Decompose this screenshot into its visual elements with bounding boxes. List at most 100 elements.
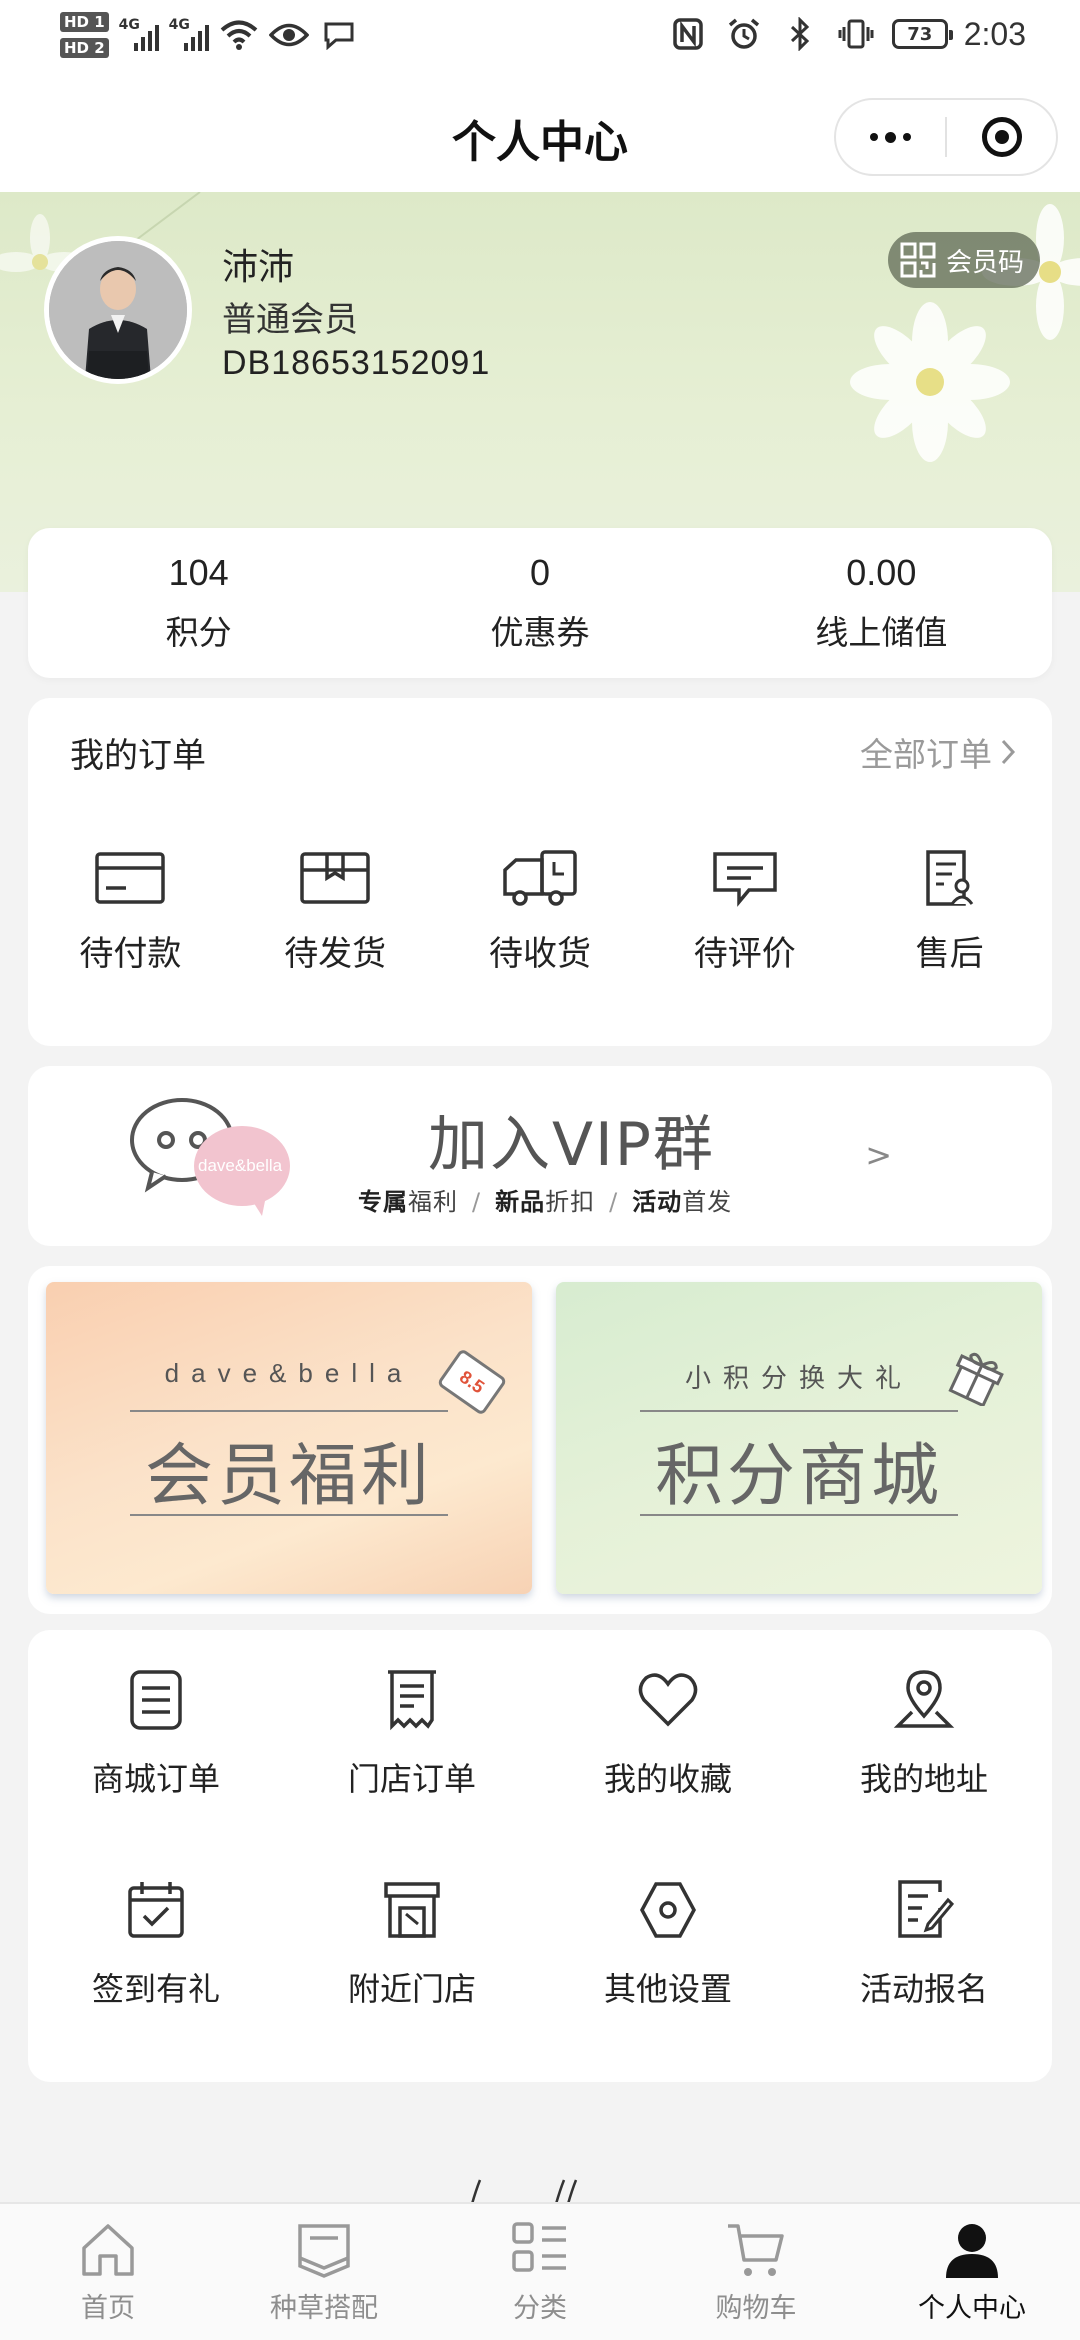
order-item-label: 待收货 <box>488 934 591 974</box>
menu-nearby-stores[interactable]: 附近门店 <box>284 1878 540 2010</box>
card-title: 会员福利 <box>144 1437 433 1516</box>
alarm-icon <box>724 14 764 54</box>
qr-code-icon <box>900 242 936 278</box>
order-status-row: 待付款 待发货 待收货 待评价 售后 <box>28 848 1052 975</box>
order-item-label: 待付款 <box>79 934 182 974</box>
menu-addresses[interactable]: 我的地址 <box>796 1668 1052 1800</box>
status-right: 73 2:03 <box>668 14 1026 54</box>
member-code-button[interactable]: 会员码 <box>887 232 1040 288</box>
stat-coupons[interactable]: 0 优惠券 <box>369 528 710 678</box>
bottom-tab-bar: 首页 种草搭配 分类 购物车 个人中心 <box>0 2202 1080 2340</box>
chat-bubble-icon <box>319 15 359 55</box>
battery-indicator: 73 <box>891 19 953 49</box>
stat-balance[interactable]: 0.00 线上储值 <box>711 528 1052 678</box>
gift-icon <box>948 1352 1004 1406</box>
stat-label: 线上储值 <box>815 613 948 652</box>
category-icon <box>512 2222 566 2272</box>
page: HD 1 HD 2 4G 4G 73 2:03 个人中心 沛沛 普通会员 DB1… <box>0 0 1080 2340</box>
menu-label: 附近门店 <box>347 1970 476 2008</box>
user-name: 沛沛 <box>222 247 295 288</box>
vip-arrow: > <box>865 1136 892 1174</box>
stats-panel: 104 积分 0 优惠券 0.00 线上储值 <box>28 528 1052 678</box>
card-icon <box>95 852 166 904</box>
discount-tag-value: 8.5 <box>456 1366 489 1397</box>
truck-icon <box>503 850 577 906</box>
order-item-label: 待评价 <box>693 934 796 974</box>
card-divider <box>640 1410 958 1412</box>
nfc-icon <box>668 14 708 54</box>
stat-points[interactable]: 104 积分 <box>28 528 369 678</box>
tab-cart[interactable]: 购物车 <box>648 2204 864 2340</box>
edit-form-icon <box>898 1880 955 1938</box>
box-icon <box>300 852 370 904</box>
stat-value: 104 <box>168 552 229 593</box>
card-divider <box>640 1514 958 1516</box>
menu-store-orders[interactable]: 门店订单 <box>284 1668 540 1800</box>
stat-value: 0 <box>529 552 550 593</box>
my-orders-panel: 我的订单 全部订单 待付款 待发货 待收货 待评价 售后 <box>28 698 1052 1046</box>
menu-label: 门店订单 <box>347 1760 476 1798</box>
tab-label: 首页 <box>81 2293 135 2324</box>
service-icon <box>925 850 973 906</box>
benefit-strong: 专属 <box>358 1188 408 1216</box>
menu-label: 其他设置 <box>603 1970 732 2008</box>
tab-home[interactable]: 首页 <box>0 2204 216 2340</box>
join-vip-group-banner[interactable]: dave&bella 加入VIP群 专属福利 / 新品折扣 / 活动首发 > <box>28 1066 1052 1246</box>
cart-icon <box>728 2224 784 2276</box>
avatar-photo <box>49 241 187 379</box>
member-benefits-card[interactable]: dave&bella 会员福利 8.5 <box>46 1282 532 1594</box>
tab-categories[interactable]: 分类 <box>432 2204 648 2340</box>
card-divider <box>130 1514 448 1516</box>
chevron-right-icon <box>1001 739 1016 765</box>
menu-event-signup[interactable]: 活动报名 <box>796 1878 1052 2010</box>
signal-1-icon: 4G <box>119 17 159 53</box>
points-mall-card[interactable]: 小积分换大礼 积分商城 <box>556 1282 1042 1594</box>
tab-profile[interactable]: 个人中心 <box>864 2204 1080 2340</box>
orders-title: 我的订单 <box>70 736 206 776</box>
tab-label: 种草搭配 <box>270 2293 378 2324</box>
book-icon <box>298 2224 350 2278</box>
avatar[interactable] <box>44 236 192 384</box>
receipt-icon <box>388 1670 436 1731</box>
tab-style-picks[interactable]: 种草搭配 <box>216 2204 432 2340</box>
member-level: 普通会员 <box>222 300 358 340</box>
menu-mall-orders[interactable]: 商城订单 <box>28 1668 284 1800</box>
order-item-label: 待发货 <box>284 934 387 974</box>
close-miniprogram-button[interactable] <box>947 100 1056 174</box>
bluetooth-icon <box>780 14 820 54</box>
benefit-separator: / <box>609 1188 619 1216</box>
menu-checkin[interactable]: 签到有礼 <box>28 1878 284 2010</box>
tab-label: 分类 <box>513 2293 567 2324</box>
benefit-strong: 活动 <box>632 1188 683 1216</box>
more-dots-icon <box>870 131 911 143</box>
all-orders-link[interactable]: 全部订单 <box>860 728 1016 776</box>
more-button[interactable] <box>836 100 945 174</box>
wechat-group-icon <box>130 1098 290 1216</box>
heart-icon <box>638 1673 698 1727</box>
order-pending-receipt[interactable]: 待收货 <box>438 848 643 975</box>
menu-label: 我的地址 <box>859 1760 988 1798</box>
services-menu: 商城订单 门店订单 我的收藏 我的地址 签到有礼 附近门店 其他设置 活动报名 <box>28 1630 1052 2082</box>
tab-label: 购物车 <box>715 2293 797 2324</box>
stat-value: 0.00 <box>846 552 917 593</box>
order-after-sales[interactable]: 售后 <box>847 848 1052 975</box>
services-grid: 商城订单 门店订单 我的收藏 我的地址 签到有礼 附近门店 其他设置 活动报名 <box>28 1668 1052 2010</box>
promo-panel: dave&bella 会员福利 8.5 小积分换大礼 积分商城 <box>28 1266 1052 1614</box>
status-time: 2:03 <box>963 15 1026 52</box>
target-circle-icon <box>981 117 1022 157</box>
menu-favorites[interactable]: 我的收藏 <box>540 1668 796 1800</box>
card-divider <box>130 1410 448 1412</box>
menu-label: 商城订单 <box>91 1760 220 1798</box>
menu-other-settings[interactable]: 其他设置 <box>540 1878 796 2010</box>
order-pending-payment[interactable]: 待付款 <box>28 848 233 975</box>
stat-label: 优惠券 <box>490 613 590 652</box>
person-icon <box>946 2224 998 2278</box>
wifi-icon <box>219 15 259 55</box>
sim-badge-1: HD 1 <box>60 12 109 32</box>
miniprogram-capsule <box>834 98 1058 176</box>
menu-label: 活动报名 <box>859 1970 988 2008</box>
stat-label: 积分 <box>165 613 232 652</box>
order-pending-review[interactable]: 待评价 <box>642 848 847 975</box>
vibrate-icon <box>836 14 876 54</box>
order-pending-shipment[interactable]: 待发货 <box>233 848 438 975</box>
